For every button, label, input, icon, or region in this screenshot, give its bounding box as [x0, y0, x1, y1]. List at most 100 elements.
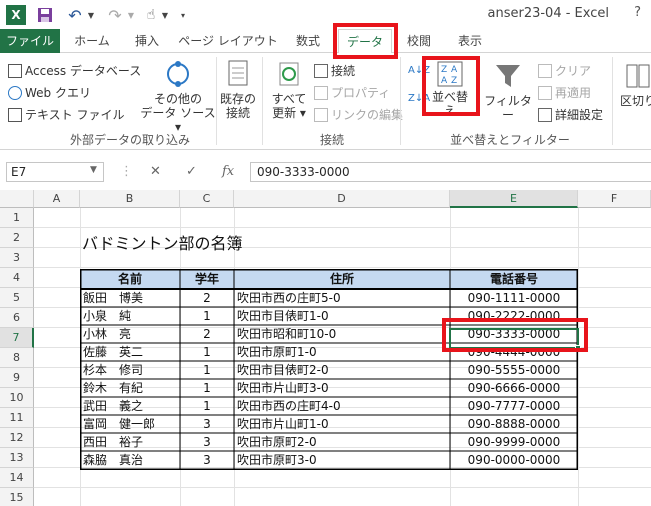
cell-address[interactable]: 吹田市片山町3-0 — [234, 379, 450, 397]
cell-name[interactable]: 森脇 真治 — [80, 451, 180, 469]
name-box-dropdown-icon[interactable]: ▼ — [90, 165, 97, 175]
cell-grade[interactable]: 3 — [180, 415, 234, 433]
cell-address[interactable]: 吹田市目俵町1-0 — [234, 307, 450, 325]
row-header-10[interactable]: 10 — [0, 388, 34, 408]
cell-name[interactable]: 富岡 健一郎 — [80, 415, 180, 433]
header-name[interactable]: 名前 — [80, 270, 180, 288]
cell-name[interactable]: 佐藤 英二 — [80, 343, 180, 361]
column-header-b[interactable]: B — [80, 190, 180, 208]
row-header-4[interactable]: 4 — [0, 268, 34, 288]
cell-name[interactable]: 飯田 博美 — [80, 289, 180, 307]
cell-grade[interactable]: 2 — [180, 325, 234, 343]
help-button[interactable]: ? — [634, 5, 641, 20]
row-header-15[interactable]: 15 — [0, 488, 34, 506]
tab-file[interactable]: ファイル — [0, 29, 60, 53]
column-header-d[interactable]: D — [234, 190, 450, 208]
row-header-9[interactable]: 9 — [0, 368, 34, 388]
tab-home[interactable]: ホーム — [66, 29, 118, 53]
cell-name[interactable]: 小泉 純 — [80, 307, 180, 325]
refresh-all-button[interactable]: すべて 更新 ▾ — [266, 59, 312, 120]
header-address[interactable]: 住所 — [234, 270, 450, 288]
cell-name[interactable]: 杉本 修司 — [80, 361, 180, 379]
row-header-14[interactable]: 14 — [0, 468, 34, 488]
save-icon[interactable] — [36, 5, 54, 25]
reapply-button[interactable]: 再適用 — [538, 84, 591, 101]
column-header-f[interactable]: F — [578, 190, 651, 208]
cell-name[interactable]: 鈴木 有紀 — [80, 379, 180, 397]
cell-phone[interactable]: 090-8888-0000 — [450, 415, 578, 433]
cell-address[interactable]: 吹田市昭和町10-0 — [234, 325, 450, 343]
formula-input[interactable]: 090-3333-0000 — [250, 162, 651, 182]
touch-mode-icon[interactable]: ☝ — [142, 5, 160, 25]
header-grade[interactable]: 学年 — [180, 270, 234, 288]
row-header-12[interactable]: 12 — [0, 428, 34, 448]
row-header-11[interactable]: 11 — [0, 408, 34, 428]
clear-filter-button[interactable]: クリア — [538, 62, 591, 79]
row-header-8[interactable]: 8 — [0, 348, 34, 368]
select-all-corner[interactable] — [0, 190, 34, 208]
tab-review[interactable]: 校閲 — [398, 29, 440, 53]
cell-address[interactable]: 吹田市原町1-0 — [234, 343, 450, 361]
cell-grade[interactable]: 3 — [180, 451, 234, 469]
cell-grade[interactable]: 1 — [180, 307, 234, 325]
redo-dropdown-icon[interactable]: ▼ — [126, 5, 136, 25]
worksheet-grid[interactable]: A B C D E F 12345678910111213141516 バドミン… — [0, 190, 651, 506]
cell-phone[interactable]: 090-6666-0000 — [450, 379, 578, 397]
redo-icon[interactable]: ↷ — [106, 5, 124, 25]
row-header-5[interactable]: 5 — [0, 288, 34, 308]
cell-phone[interactable]: 090-1111-0000 — [450, 289, 578, 307]
cell-phone[interactable]: 090-0000-0000 — [450, 451, 578, 469]
excel-app-icon[interactable]: X — [6, 5, 26, 25]
cell-name[interactable]: 西田 裕子 — [80, 433, 180, 451]
row-header-7[interactable]: 7 — [0, 328, 34, 348]
row-header-13[interactable]: 13 — [0, 448, 34, 468]
customize-qat-icon[interactable]: ▾ — [178, 5, 188, 25]
insert-function-icon[interactable]: fx — [222, 164, 234, 179]
advanced-filter-button[interactable]: 詳細設定 — [538, 106, 603, 123]
access-database-button[interactable]: Access データベース — [8, 62, 141, 79]
cancel-icon[interactable]: ✕ — [150, 164, 161, 179]
cell-grade[interactable]: 1 — [180, 379, 234, 397]
tab-formulas[interactable]: 数式 — [286, 29, 330, 53]
undo-icon[interactable]: ↶ — [66, 5, 84, 25]
cell-grade[interactable]: 1 — [180, 361, 234, 379]
header-phone[interactable]: 電話番号 — [450, 270, 578, 288]
cell-address[interactable]: 吹田市西の庄町5-0 — [234, 289, 450, 307]
existing-connections-button[interactable]: 既存の 接続 — [218, 59, 258, 120]
row-header-3[interactable]: 3 — [0, 248, 34, 268]
cell-address[interactable]: 吹田市原町3-0 — [234, 451, 450, 469]
enter-icon[interactable]: ✓ — [186, 164, 197, 179]
cell-phone[interactable]: 090-7777-0000 — [450, 397, 578, 415]
undo-dropdown-icon[interactable]: ▼ — [86, 5, 96, 25]
cell-phone[interactable]: 090-9999-0000 — [450, 433, 578, 451]
cell-address[interactable]: 吹田市目俵町2-0 — [234, 361, 450, 379]
column-header-e[interactable]: E — [450, 190, 578, 208]
cell-grade[interactable]: 3 — [180, 433, 234, 451]
cell-grade[interactable]: 2 — [180, 289, 234, 307]
edit-links-button[interactable]: リンクの編集 — [314, 106, 403, 123]
cell-name[interactable]: 武田 義之 — [80, 397, 180, 415]
other-sources-button[interactable]: その他の データ ソース ▾ — [140, 59, 216, 134]
filter-button[interactable]: フィルター — [484, 61, 532, 122]
connections-button[interactable]: 接続 — [314, 62, 355, 79]
row-header-6[interactable]: 6 — [0, 308, 34, 328]
cell-grade[interactable]: 1 — [180, 397, 234, 415]
cell-address[interactable]: 吹田市原町2-0 — [234, 433, 450, 451]
column-header-a[interactable]: A — [34, 190, 80, 208]
text-file-button[interactable]: テキスト ファイル — [8, 106, 124, 123]
column-header-c[interactable]: C — [180, 190, 234, 208]
cell-name[interactable]: 小林 亮 — [80, 325, 180, 343]
cell-grade[interactable]: 1 — [180, 343, 234, 361]
row-header-1[interactable]: 1 — [0, 208, 34, 228]
cell-address[interactable]: 吹田市片山町1-0 — [234, 415, 450, 433]
touch-dropdown-icon[interactable]: ▼ — [160, 5, 170, 25]
text-to-columns-button[interactable]: 区切り — [618, 61, 651, 108]
tab-insert[interactable]: 挿入 — [124, 29, 170, 53]
cell-address[interactable]: 吹田市西の庄町4-0 — [234, 397, 450, 415]
cell-phone[interactable]: 090-5555-0000 — [450, 361, 578, 379]
properties-button[interactable]: プロパティ — [314, 84, 390, 101]
tab-page-layout[interactable]: ページ レイアウト — [178, 29, 278, 53]
row-header-2[interactable]: 2 — [0, 228, 34, 248]
web-query-button[interactable]: Web クエリ — [8, 84, 91, 101]
tab-view[interactable]: 表示 — [448, 29, 492, 53]
